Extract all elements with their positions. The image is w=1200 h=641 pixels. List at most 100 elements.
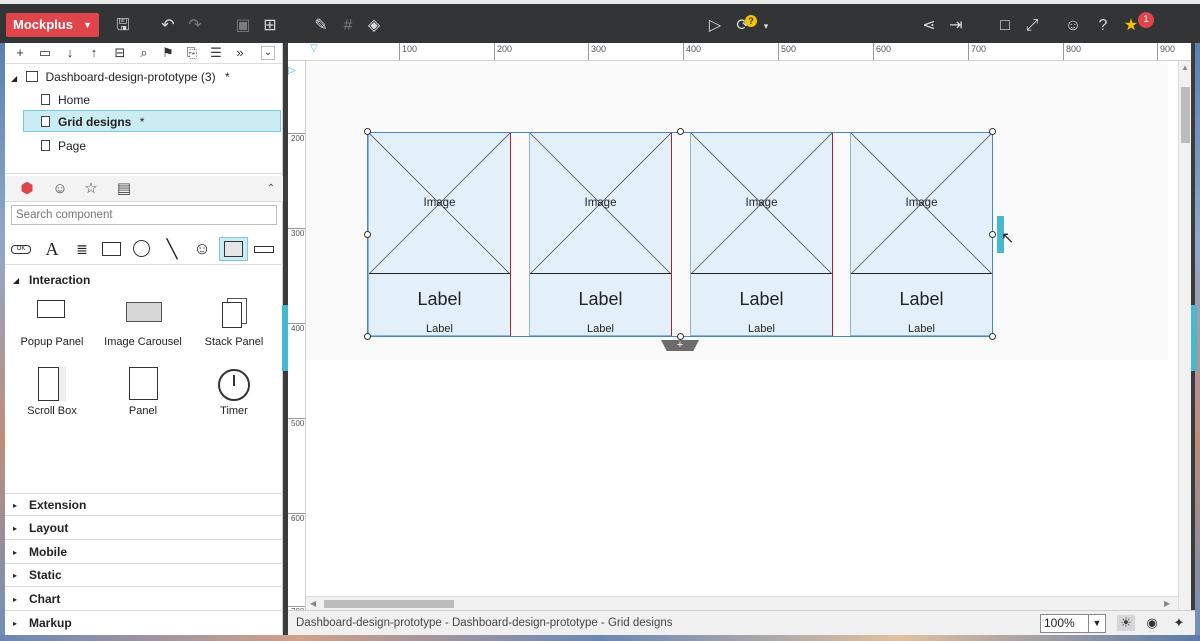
tree-project[interactable]: ◢ Dashboard-design-prototype (3) * bbox=[11, 66, 230, 88]
scroll-left-icon[interactable]: ◀ bbox=[310, 599, 316, 608]
circle-component-icon[interactable] bbox=[129, 237, 155, 261]
ruler-label: 800 bbox=[1066, 44, 1082, 54]
section-label: Extension bbox=[29, 498, 87, 512]
play-icon[interactable]: ▷ bbox=[705, 16, 725, 36]
more-icon[interactable]: » bbox=[231, 44, 249, 62]
tools-icon[interactable]: ✦ bbox=[1170, 615, 1188, 631]
input-component-icon[interactable] bbox=[251, 237, 277, 261]
section-chart[interactable]: ▸ Chart bbox=[5, 588, 283, 611]
panel-component[interactable]: Panel bbox=[98, 367, 188, 417]
popup-panel-component[interactable]: Popup Panel bbox=[7, 298, 97, 348]
copy-icon[interactable]: ⎘ bbox=[183, 44, 201, 62]
expand-icon[interactable]: ◢ bbox=[11, 74, 17, 83]
mockplus-menu-button[interactable]: Mockplus ▼ bbox=[6, 13, 99, 37]
tab-favorites-icon[interactable]: ☆ bbox=[81, 179, 101, 199]
expand-icon: ▸ bbox=[13, 524, 18, 533]
component-label: Scroll Box bbox=[27, 405, 77, 417]
resize-handle[interactable] bbox=[364, 333, 371, 340]
resize-handle[interactable] bbox=[364, 231, 371, 238]
undo-icon[interactable]: ↶ bbox=[158, 16, 178, 36]
stack-panel-component[interactable]: Stack Panel bbox=[189, 298, 279, 348]
brush-icon[interactable]: ✎ bbox=[311, 16, 331, 36]
scroll-up-icon[interactable]: ▲ bbox=[1181, 63, 1189, 72]
timer-icon bbox=[217, 367, 251, 401]
ruler-marker-icon: ▽ bbox=[310, 43, 318, 54]
move-up-icon[interactable]: ↑ bbox=[85, 44, 103, 62]
paragraph-component-icon[interactable]: ≣ bbox=[69, 237, 95, 261]
section-extension[interactable]: ▸ Extension bbox=[5, 493, 283, 516]
move-down-icon[interactable]: ↓ bbox=[61, 44, 79, 62]
collapse-icon[interactable]: ⌄ bbox=[261, 46, 275, 60]
tab-emoji-icon[interactable]: ☺ bbox=[50, 179, 70, 199]
help-icon[interactable]: ? bbox=[1093, 16, 1113, 36]
right-panel-collapse-handle[interactable] bbox=[1191, 305, 1197, 371]
redo-icon[interactable]: ↷ bbox=[185, 16, 205, 36]
section-label: Layout bbox=[29, 521, 69, 535]
button-component-icon[interactable]: OK bbox=[9, 237, 35, 261]
tab-templates-icon[interactable]: ▤ bbox=[114, 179, 134, 199]
scroll-box-component[interactable]: Scroll Box bbox=[7, 367, 97, 417]
page-icon bbox=[41, 116, 50, 127]
flag-icon[interactable]: ⚑ bbox=[159, 44, 177, 62]
fill-icon[interactable]: ◈ bbox=[364, 16, 384, 36]
list-icon[interactable]: ☰ bbox=[207, 44, 225, 62]
ruler-label: 700 bbox=[971, 44, 987, 54]
brightness-icon[interactable]: ☀ bbox=[1117, 615, 1135, 631]
window-icon[interactable]: □ bbox=[995, 16, 1015, 36]
section-label: Mobile bbox=[29, 545, 67, 559]
vertical-scrollbar[interactable]: ▲ bbox=[1178, 61, 1191, 610]
horizontal-scroll-thumb[interactable] bbox=[324, 600, 454, 608]
team-icon[interactable]: ☺ bbox=[1063, 16, 1083, 36]
page-icon bbox=[41, 140, 50, 151]
resize-handle[interactable] bbox=[677, 128, 684, 135]
page-icon bbox=[41, 94, 50, 105]
share-icon[interactable]: ⋖ bbox=[919, 16, 939, 36]
resize-handle[interactable] bbox=[677, 333, 684, 340]
ruler-label: 400 bbox=[291, 324, 305, 333]
group-icon[interactable]: ▣ bbox=[233, 16, 253, 36]
preview-eye-icon[interactable]: ◉ bbox=[1143, 615, 1161, 631]
zoom-select[interactable]: 100% ▼ bbox=[1040, 614, 1106, 633]
section-layout[interactable]: ▸ Layout bbox=[5, 517, 283, 540]
component-library-tabs: ⬢ ☺ ☆ ▤ ⌃ bbox=[5, 176, 283, 202]
line-component-icon[interactable]: ╲ bbox=[159, 237, 185, 261]
tree-page-page[interactable]: Page bbox=[41, 135, 86, 157]
resize-handle[interactable] bbox=[364, 128, 371, 135]
tree-page-grid-designs[interactable]: Grid designs * bbox=[23, 110, 281, 132]
vertical-scroll-thumb[interactable] bbox=[1181, 87, 1190, 143]
timer-component[interactable]: Timer bbox=[189, 367, 279, 417]
emoji-component-icon[interactable]: ☺ bbox=[189, 237, 215, 261]
section-mobile[interactable]: ▸ Mobile bbox=[5, 541, 283, 564]
export-icon[interactable]: ⇥ bbox=[946, 16, 966, 36]
component-label: Panel bbox=[128, 405, 158, 417]
chevron-down-icon[interactable]: ▾ bbox=[756, 16, 776, 36]
section-interaction[interactable]: ◢ Interaction bbox=[5, 269, 283, 292]
tree-page-home[interactable]: Home bbox=[41, 89, 90, 111]
fullscreen-icon[interactable]: ⤢ bbox=[1022, 16, 1042, 36]
section-markup[interactable]: ▸ Markup bbox=[5, 612, 283, 635]
rectangle-component-icon[interactable] bbox=[99, 237, 125, 261]
search-icon[interactable]: ⌕ bbox=[135, 44, 153, 62]
search-component-input[interactable] bbox=[11, 205, 277, 225]
ruler-label: 300 bbox=[291, 229, 305, 238]
horizontal-scrollbar[interactable]: ◀ ▶ bbox=[306, 596, 1178, 610]
resize-handle[interactable] bbox=[989, 128, 996, 135]
collapse-icon[interactable]: ⌃ bbox=[261, 179, 281, 199]
ungroup-icon[interactable]: ⊞ bbox=[260, 16, 280, 36]
resize-handle[interactable] bbox=[989, 333, 996, 340]
folder-icon[interactable]: ▭ bbox=[36, 44, 54, 62]
tab-components-icon[interactable]: ⬢ bbox=[17, 179, 37, 199]
component-label: Stack Panel bbox=[204, 336, 264, 348]
image-carousel-component[interactable]: Image Carousel bbox=[98, 298, 188, 348]
text-component-icon[interactable]: A bbox=[39, 237, 65, 261]
save-icon[interactable]: 🖫 bbox=[113, 16, 133, 36]
add-row-button[interactable]: + bbox=[661, 340, 699, 351]
scroll-right-icon[interactable]: ▶ bbox=[1164, 599, 1170, 608]
resize-handle[interactable] bbox=[989, 231, 996, 238]
add-page-icon[interactable]: + bbox=[11, 44, 29, 62]
section-static[interactable]: ▸ Static bbox=[5, 564, 283, 587]
sitemap-icon[interactable]: ⊟ bbox=[111, 44, 129, 62]
image-component-icon[interactable] bbox=[219, 237, 248, 261]
grid-icon[interactable]: # bbox=[338, 16, 358, 36]
chevron-down-icon[interactable]: ▼ bbox=[1088, 615, 1105, 632]
